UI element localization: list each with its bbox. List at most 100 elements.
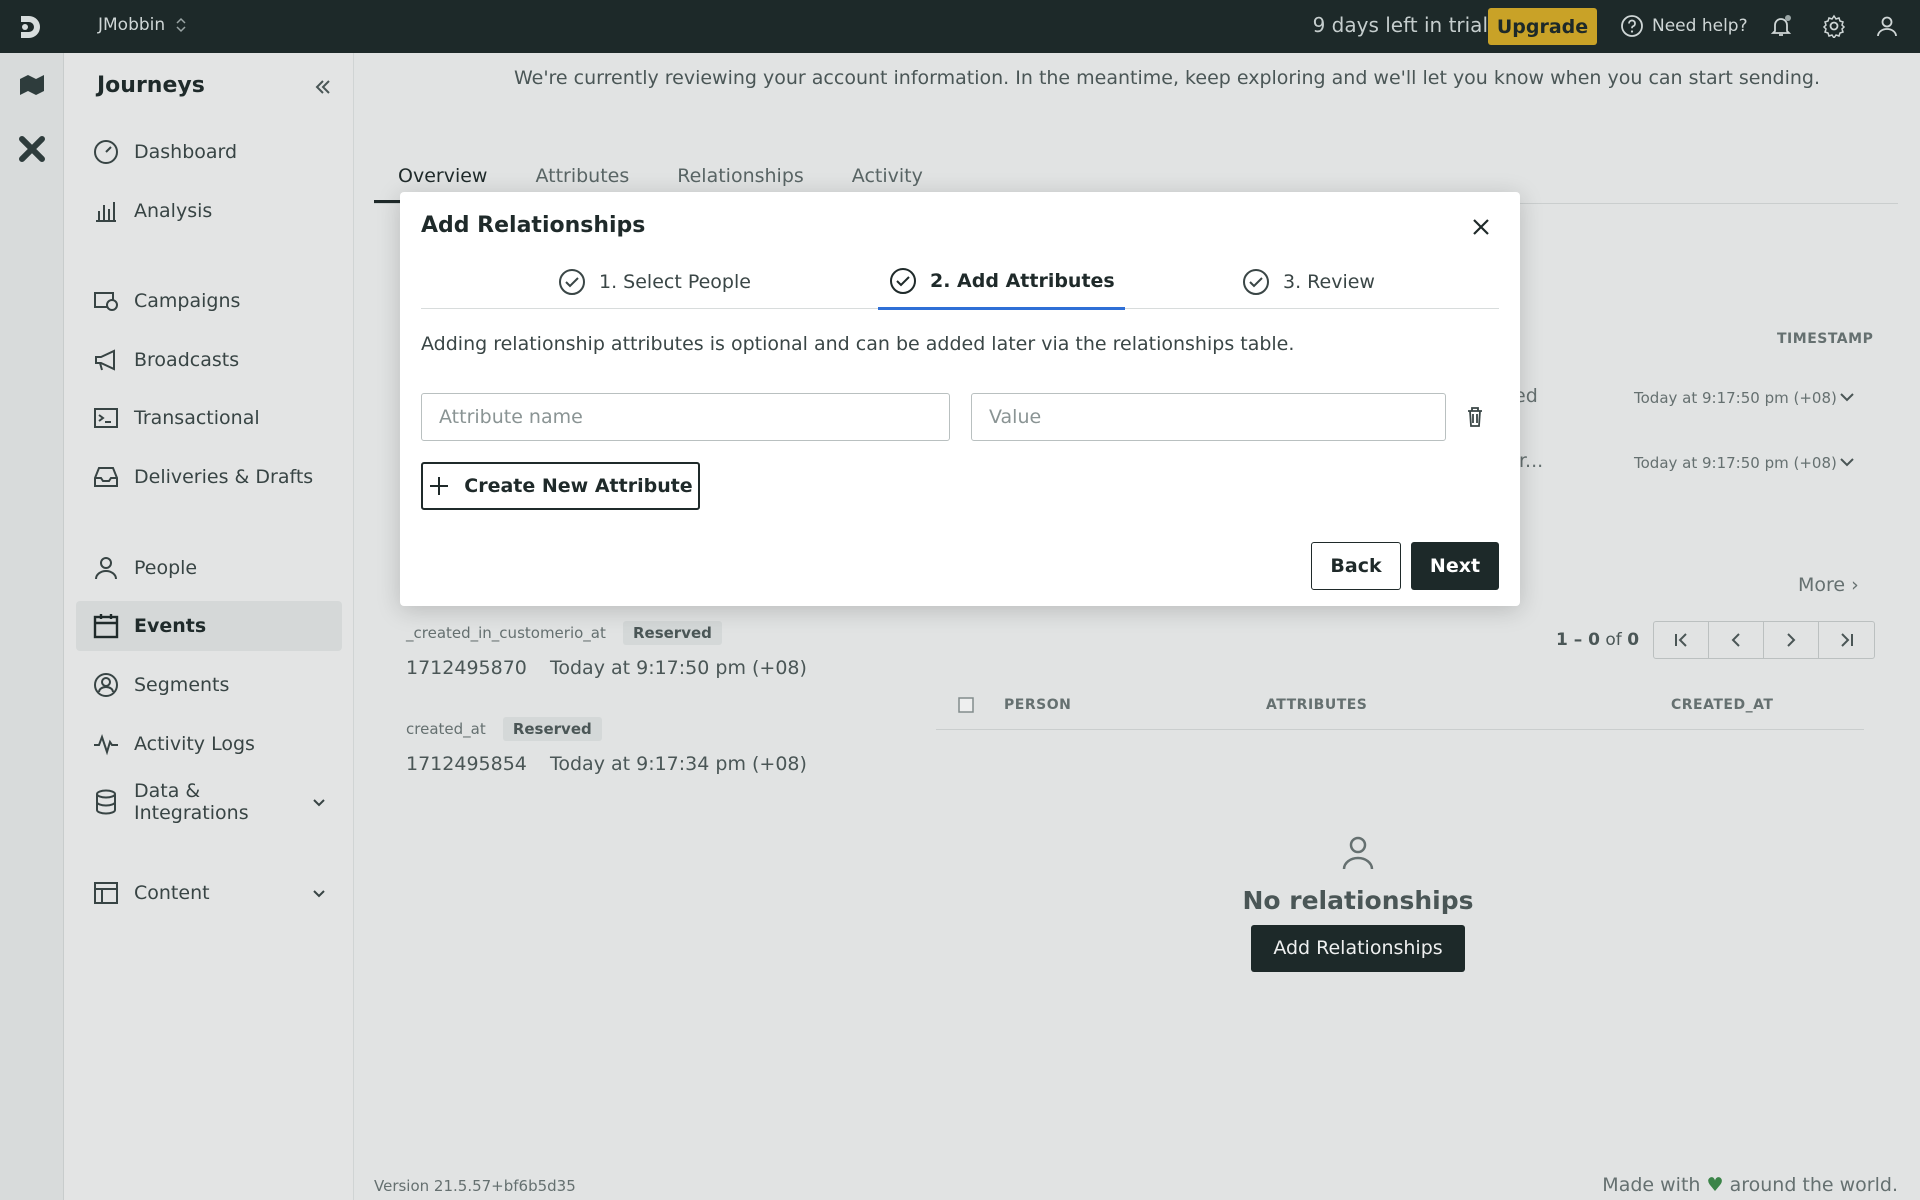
sidebar-item-events[interactable]: Events: [76, 601, 342, 651]
attribute-name-input[interactable]: [421, 393, 950, 441]
step-select-people[interactable]: 1. Select People: [557, 254, 751, 309]
x-app-icon[interactable]: [16, 133, 48, 165]
first-page-button[interactable]: [1654, 622, 1710, 658]
sidebar-item-broadcasts[interactable]: Broadcasts: [76, 335, 342, 385]
chevron-down-icon: [313, 799, 325, 807]
column-person[interactable]: PERSON: [1004, 697, 1071, 713]
create-new-attribute-label: Create New Attribute: [464, 475, 693, 497]
step-label: 2. Add Attributes: [930, 269, 1115, 292]
dashboard-icon: [94, 140, 118, 164]
sidebar-item-data-integrations[interactable]: Data & Integrations: [76, 777, 342, 827]
chevron-updown-icon: [176, 17, 186, 33]
first-page-icon: [1675, 633, 1687, 647]
attribute-row: _created_in_customerio_at Reserved 17124…: [406, 621, 807, 679]
attribute-value-input[interactable]: [971, 393, 1446, 441]
chevron-down-icon: [313, 890, 325, 898]
check-circle-icon: [559, 268, 585, 295]
sidebar-item-label: Segments: [134, 674, 230, 696]
inbox-icon: [94, 467, 118, 487]
more-link[interactable]: More ›: [1798, 574, 1859, 596]
chevron-down-icon[interactable]: [1838, 453, 1856, 471]
sidebar-item-label: Data & Integrations: [134, 780, 249, 824]
last-page-button[interactable]: [1819, 622, 1874, 658]
user-account-icon[interactable]: [1875, 14, 1899, 38]
activity-row-time: Today at 9:17:50 pm (+08): [1634, 454, 1837, 472]
sidebar-item-label: Content: [134, 882, 210, 904]
check-circle-icon: [890, 267, 916, 294]
journeys-app-icon[interactable]: [16, 69, 48, 101]
sidebar-item-label: Dashboard: [134, 141, 238, 163]
attribute-row: created_at Reserved 1712495854 Today at …: [406, 717, 807, 775]
empty-state-title: No relationships: [1242, 886, 1474, 915]
collapse-sidebar-icon[interactable]: [308, 73, 336, 101]
column-created-at[interactable]: CREATED_AT: [1671, 697, 1773, 713]
sidebar-item-deliveries-drafts[interactable]: Deliveries & Drafts: [76, 452, 342, 502]
last-page-icon: [1840, 633, 1853, 647]
need-help-label: Need help?: [1652, 16, 1748, 36]
attribute-time: Today at 9:17:50 pm (+08): [549, 657, 807, 679]
megaphone-icon: [95, 349, 115, 371]
select-all-checkbox[interactable]: [958, 697, 974, 713]
sidebar-item-segments[interactable]: Segments: [76, 660, 342, 710]
workspace-switcher[interactable]: JMobbin: [98, 15, 187, 35]
add-relationships-button[interactable]: Add Relationships: [1251, 925, 1465, 972]
sidebar-item-dashboard[interactable]: Dashboard: [76, 127, 342, 177]
sidebar-item-transactional[interactable]: Transactional: [76, 393, 342, 443]
modal-description: Adding relationship attributes is option…: [421, 333, 1295, 355]
relationships-table-header: PERSON ATTRIBUTES CREATED_AT: [936, 680, 1864, 730]
workspace-name: JMobbin: [98, 15, 166, 35]
step-add-attributes[interactable]: 2. Add Attributes: [878, 254, 1125, 310]
calendar-icon: [93, 614, 119, 639]
top-bar: JMobbin 9 days left in trial Upgrade Nee…: [0, 0, 1920, 53]
step-review[interactable]: 3. Review: [1241, 254, 1375, 309]
sidebar-title: Journeys: [97, 73, 205, 98]
need-help-link[interactable]: Need help?: [1620, 14, 1748, 38]
heart-icon: ♥: [1706, 1174, 1724, 1196]
attribute-key: created_at: [406, 720, 486, 738]
sidebar-item-label: Events: [134, 615, 207, 637]
chevron-right-icon: [1787, 633, 1796, 647]
sidebar-item-content[interactable]: Content: [76, 868, 342, 918]
sidebar-item-label: Campaigns: [134, 290, 241, 312]
upgrade-button[interactable]: Upgrade: [1488, 8, 1597, 45]
sidebar-item-analysis[interactable]: Analysis: [76, 186, 342, 236]
check-circle-icon: [1243, 268, 1269, 295]
sidebar-item-people[interactable]: People: [76, 543, 342, 593]
sidebar-item-campaigns[interactable]: Campaigns: [76, 276, 342, 326]
help-circle-icon: [1621, 15, 1643, 37]
gear-icon[interactable]: [1822, 14, 1846, 38]
pulse-icon: [94, 734, 118, 756]
column-attributes[interactable]: ATTRIBUTES: [1266, 697, 1367, 713]
app-rail: [0, 53, 64, 1200]
attribute-time: Today at 9:17:34 pm (+08): [549, 753, 807, 775]
database-icon: [96, 789, 116, 815]
attribute-key: _created_in_customerio_at: [406, 624, 606, 642]
made-with-love: Made with ♥ around the world.: [1602, 1174, 1898, 1196]
sidebar-item-label: Analysis: [134, 200, 213, 222]
sidebar-item-activity-logs[interactable]: Activity Logs: [76, 719, 342, 769]
chevron-down-icon[interactable]: [1838, 388, 1856, 406]
sidebar-item-label: People: [134, 557, 198, 579]
sidebar: Journeys Dashboard Analysis Campaigns Br…: [64, 53, 354, 1200]
activity-row-time: Today at 9:17:50 pm (+08): [1634, 389, 1837, 407]
step-label: 3. Review: [1283, 270, 1375, 293]
next-page-button[interactable]: [1764, 622, 1820, 658]
terminal-icon: [94, 408, 118, 428]
timestamp-column-header: TIMESTAMP: [1777, 331, 1874, 347]
person-icon: [1342, 836, 1374, 870]
trial-status: 9 days left in trial: [1312, 13, 1488, 37]
next-button[interactable]: Next: [1411, 542, 1499, 590]
plus-icon: [430, 477, 449, 495]
prev-page-button[interactable]: [1709, 622, 1765, 658]
attribute-value: 1712495854: [406, 753, 527, 775]
bell-icon[interactable]: [1769, 14, 1793, 38]
trash-icon[interactable]: [1463, 405, 1487, 429]
back-button[interactable]: Back: [1311, 542, 1401, 590]
customerio-logo-icon[interactable]: [17, 12, 47, 42]
close-icon[interactable]: [1469, 215, 1493, 239]
person-icon: [95, 557, 117, 580]
bar-chart-icon: [96, 202, 116, 222]
sidebar-item-label: Transactional: [134, 407, 260, 429]
create-new-attribute-button[interactable]: Create New Attribute: [421, 462, 700, 510]
wizard-steps: 1. Select People 2. Add Attributes 3. Re…: [421, 254, 1499, 310]
